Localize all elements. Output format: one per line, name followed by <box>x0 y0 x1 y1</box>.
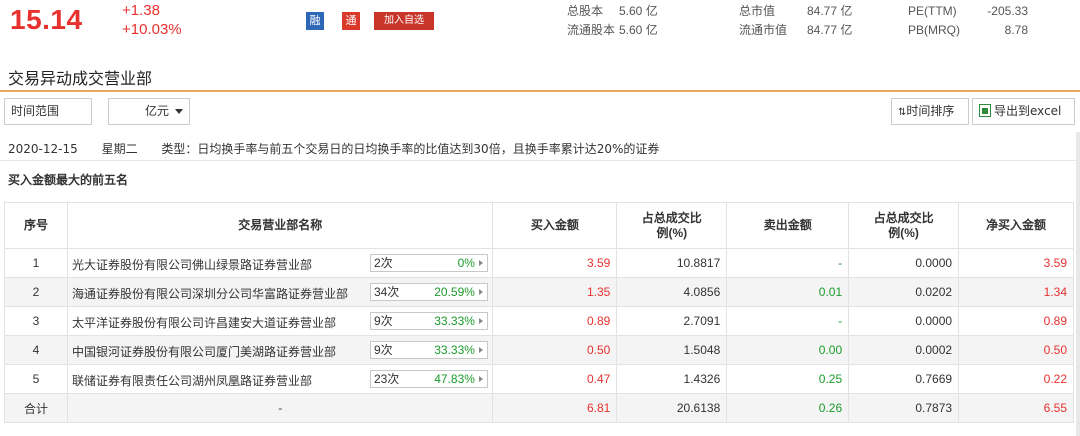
col-header-sell-pct: 占总成交比 例(%) <box>848 202 960 249</box>
col-header-sell: 卖出金额 <box>726 202 850 249</box>
col-header-no: 序号 <box>4 202 68 249</box>
event-type: 类型：日均换手率与前五个交易日的日均换手率的比值达到30倍，且换手率累计达20%… <box>161 142 660 156</box>
event-date: 2020-12-15 <box>8 142 78 156</box>
appearance-stat-button[interactable]: 34次 20.59% <box>369 283 488 301</box>
last-price: 15.14 <box>10 4 83 35</box>
price-change: +1.38 +10.03% <box>122 1 182 39</box>
caret-down-icon <box>175 109 183 114</box>
excel-icon <box>979 104 991 117</box>
stat-pb-mrq: PB(MRQ) 8.78 <box>908 23 1028 37</box>
margin-trading-badge[interactable]: 融 <box>306 12 324 30</box>
stat-pe-ttm: PE(TTM) -205.33 <box>908 4 1028 18</box>
vertical-scrollbar[interactable] <box>1076 132 1080 436</box>
appearance-stat-button[interactable]: 23次 47.83% <box>369 370 488 388</box>
section-title: 交易异动成交营业部 <box>8 69 153 88</box>
triangle-right-icon <box>478 260 483 266</box>
connect-badge[interactable]: 通 <box>342 12 360 30</box>
branch-name-link[interactable]: 联储证券有限责任公司湖州凤凰路证券营业部 <box>72 372 312 389</box>
export-excel-button[interactable]: 导出到excel <box>972 98 1075 125</box>
table-row: 3 太平洋证券股份有限公司许昌建安大道证券营业部 9次 33.33% 0.89 2… <box>4 306 1074 336</box>
col-header-buy-pct: 占总成交比 例(%) <box>616 202 728 249</box>
table-row: 4 中国银河证券股份有限公司厦门美湖路证券营业部 9次 33.33% 0.50 1… <box>4 335 1074 365</box>
branch-name-link[interactable]: 中国银河证券股份有限公司厦门美湖路证券营业部 <box>72 343 336 360</box>
stat-float-market-cap: 流通市值 84.77 亿 <box>739 23 853 37</box>
quote-header: 15.14 +1.38 +10.03% 融 通 加入自选 总股本 5.60 亿 … <box>0 0 1080 54</box>
table-total-row: 合计 - 6.81 20.6138 0.26 0.7873 6.55 <box>4 393 1074 423</box>
branch-name-link[interactable]: 海通证券股份有限公司深圳分公司华富路证券营业部 <box>72 285 348 302</box>
appearance-stat-button[interactable]: 9次 33.33% <box>369 341 488 359</box>
col-header-buy: 买入金额 <box>492 202 618 249</box>
time-sort-label: 时间排序 <box>906 104 955 118</box>
table-row: 2 海通证券股份有限公司深圳分公司华富路证券营业部 34次 20.59% 1.35… <box>4 277 1074 307</box>
unit-select[interactable]: 亿元 <box>108 98 190 125</box>
triangle-right-icon <box>478 376 483 382</box>
export-excel-label: 导出到excel <box>994 104 1062 118</box>
triangle-right-icon <box>478 318 483 324</box>
toolbar: 时间范围 亿元 ⇅时间排序 导出到excel <box>0 98 1080 126</box>
branch-name-link[interactable]: 光大证券股份有限公司佛山绿景路证券营业部 <box>72 256 312 273</box>
event-info: 2020-12-15 星期二 类型：日均换手率与前五个交易日的日均换手率的比值达… <box>8 140 679 157</box>
stat-total-shares: 总股本 5.60 亿 <box>567 4 658 18</box>
branch-name-link[interactable]: 太平洋证券股份有限公司许昌建安大道证券营业部 <box>72 314 336 331</box>
change-percent: +10.03% <box>122 21 182 38</box>
appearance-stat-button[interactable]: 9次 33.33% <box>369 312 488 330</box>
col-header-name: 交易营业部名称 <box>66 202 494 249</box>
time-sort-button[interactable]: ⇅时间排序 <box>891 98 969 125</box>
unit-select-value: 亿元 <box>145 104 170 118</box>
table-subtitle: 买入金额最大的前五名 <box>8 173 129 187</box>
event-weekday: 星期二 <box>101 142 138 156</box>
table-header-row: 序号 交易营业部名称 买入金额 占总成交比 例(%) 卖出金额 占总成交比 例(%)… <box>4 202 1074 249</box>
table-row: 1 光大证券股份有限公司佛山绿景路证券营业部 2次 0% 3.59 10.8817… <box>4 248 1074 278</box>
appearance-stat-button[interactable]: 2次 0% <box>369 254 488 272</box>
divider <box>0 160 1080 161</box>
time-range-button[interactable]: 时间范围 <box>4 98 92 125</box>
table-row: 5 联储证券有限责任公司湖州凤凰路证券营业部 23次 47.83% 0.47 1.… <box>4 364 1074 394</box>
stat-market-cap: 总市值 84.77 亿 <box>739 4 853 18</box>
section-header: 交易异动成交营业部 <box>0 60 1080 92</box>
add-to-watchlist-button[interactable]: 加入自选 <box>374 12 434 30</box>
stat-float-shares: 流通股本 5.60 亿 <box>567 23 658 37</box>
top-buyers-table: 序号 交易营业部名称 买入金额 占总成交比 例(%) 卖出金额 占总成交比 例(%)… <box>4 202 1074 423</box>
change-amount: +1.38 <box>122 2 160 19</box>
col-header-net: 净买入金额 <box>958 202 1074 249</box>
triangle-right-icon <box>478 347 483 353</box>
triangle-right-icon <box>478 289 483 295</box>
